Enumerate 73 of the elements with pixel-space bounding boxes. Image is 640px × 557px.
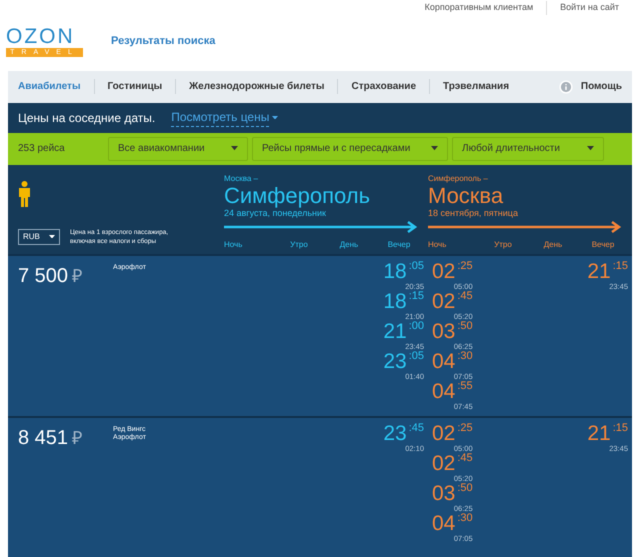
leg-origin: Симферополь – xyxy=(428,172,489,184)
leg-destination: Симферополь xyxy=(224,184,372,206)
departure-hour[interactable]: 21 xyxy=(383,320,407,342)
departure-hour[interactable]: 03 xyxy=(432,320,456,342)
departure-minutes: :15 xyxy=(612,422,628,434)
departure-minutes: :50 xyxy=(457,482,473,494)
price: 7 500 xyxy=(18,264,68,288)
passenger-icon xyxy=(18,180,31,206)
departure-minutes: :00 xyxy=(408,320,424,332)
caret-icon xyxy=(49,234,55,238)
nav-tab[interactable]: Трэвелмания xyxy=(429,79,522,94)
time-of-day-label: День xyxy=(338,239,360,251)
departure-hour[interactable]: 04 xyxy=(432,350,456,372)
price: 8 451 xyxy=(18,426,68,450)
departure-hour[interactable]: 02 xyxy=(432,422,456,444)
departure-hour[interactable]: 04 xyxy=(432,380,456,402)
leg-destination: Москва xyxy=(428,184,504,206)
departure-minutes: :30 xyxy=(457,512,473,524)
caret-icon xyxy=(431,146,438,151)
departure-hour[interactable]: 21 xyxy=(587,260,611,282)
departure-minutes: :25 xyxy=(457,260,473,272)
departure-hour[interactable]: 18 xyxy=(383,290,407,312)
departure-minutes: :05 xyxy=(408,350,424,362)
departure-minutes: :15 xyxy=(612,260,628,272)
leg-date: 24 августа, понедельник xyxy=(224,208,326,220)
caret-icon xyxy=(587,146,594,151)
info-icon xyxy=(558,80,573,94)
departure-hour[interactable]: 02 xyxy=(432,290,456,312)
departure-minutes: :25 xyxy=(457,422,473,434)
departure-minutes: :45 xyxy=(457,452,473,464)
departure-minutes: :50 xyxy=(457,320,473,332)
nav-tab[interactable]: Страхование xyxy=(337,79,430,94)
help-link[interactable]: Помощь xyxy=(580,79,622,94)
departure-hour[interactable]: 18 xyxy=(383,260,407,282)
departure-minutes: :45 xyxy=(457,290,473,302)
view-prices-link[interactable]: Посмотреть цены xyxy=(171,108,270,127)
nav-tab[interactable]: Железнодорожные билеты xyxy=(175,79,338,94)
currency-sign: ₽ xyxy=(72,426,82,450)
time-of-day-label: Утро xyxy=(493,239,513,251)
departure-minutes: :05 xyxy=(408,260,424,272)
time-of-day-label: Утро xyxy=(289,239,309,251)
leg-origin: Москва – xyxy=(224,172,259,184)
time-of-day-label: День xyxy=(542,239,564,251)
caret-icon xyxy=(231,146,238,151)
departure-hour[interactable]: 04 xyxy=(432,512,456,534)
nav-tab[interactable]: Гостиницы xyxy=(94,79,176,94)
departure-hour[interactable]: 21 xyxy=(587,422,611,444)
departure-hour[interactable]: 02 xyxy=(432,260,456,282)
header-link[interactable]: Войти на сайт xyxy=(546,1,632,14)
departure-minutes: :15 xyxy=(408,290,424,302)
departure-hour[interactable]: 03 xyxy=(432,482,456,504)
time-of-day-label: Ночь xyxy=(224,239,244,251)
currency-sign: ₽ xyxy=(72,264,82,288)
time-of-day-label: Вечер xyxy=(590,239,616,251)
nav-tab[interactable]: Авиабилеты xyxy=(8,79,94,94)
flight-count: 253 рейса xyxy=(17,142,66,156)
filter-select[interactable]: Все авиакомпании xyxy=(108,136,248,160)
departure-hour[interactable]: 23 xyxy=(383,350,407,372)
caret-icon xyxy=(272,116,278,120)
page-title: Результаты поиска xyxy=(111,34,216,50)
nearby-dates-label: Цены на соседние даты. xyxy=(18,110,156,126)
time-of-day-label: Вечер xyxy=(386,239,412,251)
currency-select[interactable]: RUB xyxy=(18,228,60,244)
departure-hour[interactable]: 23 xyxy=(383,422,407,444)
departure-minutes: :55 xyxy=(457,380,473,392)
departure-minutes: :30 xyxy=(457,350,473,362)
departure-minutes: :45 xyxy=(408,422,424,434)
filter-select[interactable]: Любой длительности xyxy=(452,136,604,160)
header-link[interactable]: Корпоративным клиентам xyxy=(412,1,546,14)
filter-select[interactable]: Рейсы прямые и с пересадками xyxy=(252,136,448,160)
departure-hour[interactable]: 02 xyxy=(432,452,456,474)
leg-date: 18 сентября, пятница xyxy=(428,206,519,220)
time-of-day-label: Ночь xyxy=(428,239,448,251)
